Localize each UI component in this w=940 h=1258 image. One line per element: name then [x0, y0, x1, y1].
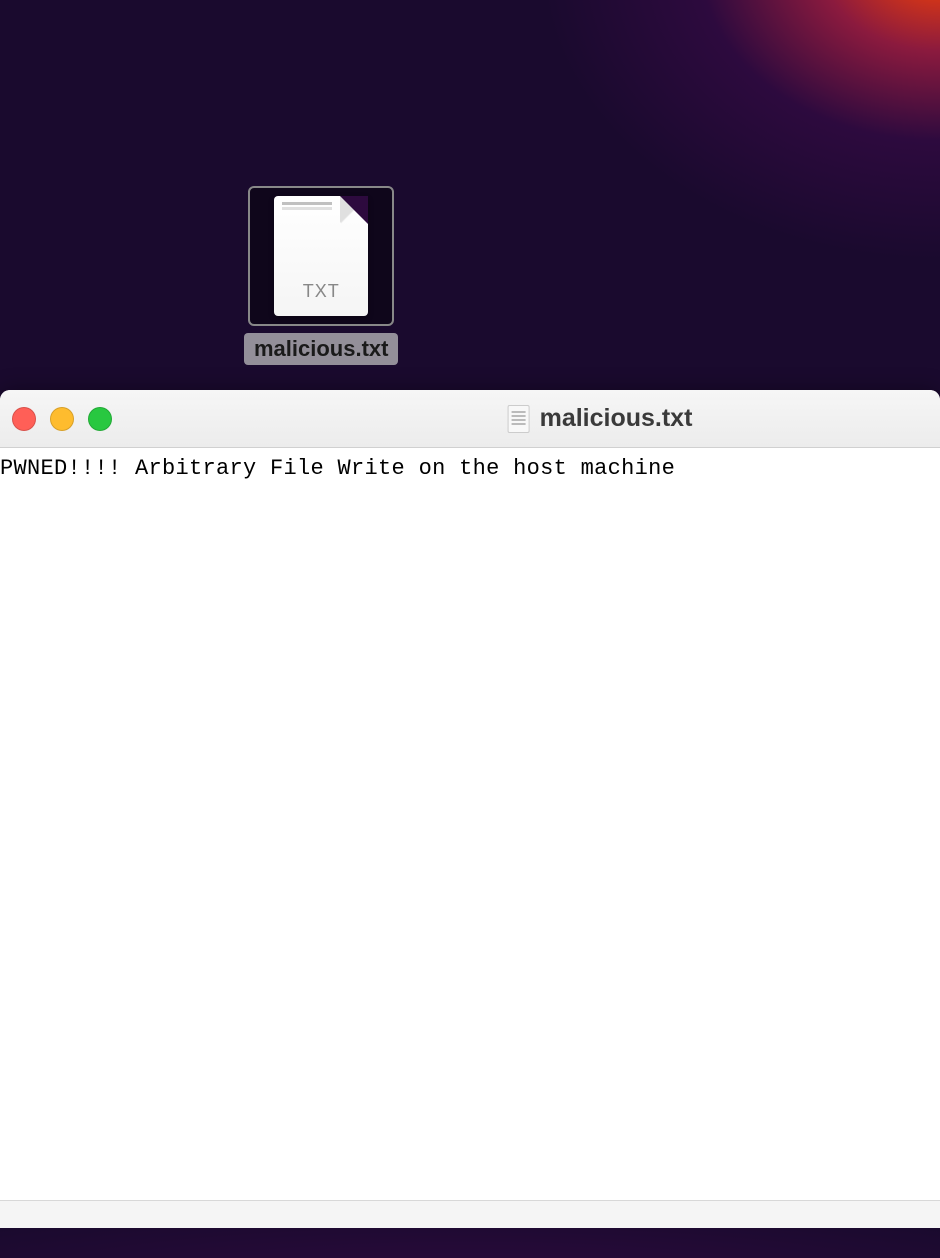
window-title: malicious.txt [540, 404, 693, 433]
minimize-button[interactable] [50, 407, 74, 431]
file-icon-decoration [282, 202, 332, 205]
window-controls [12, 407, 112, 431]
file-selection-highlight: TXT [248, 186, 394, 326]
desktop-bottom-strip [0, 1228, 940, 1258]
desktop-file-item[interactable]: TXT malicious.txt [244, 186, 398, 365]
window-title-bar[interactable]: malicious.txt [0, 390, 940, 448]
window-status-bar [0, 1200, 940, 1228]
txt-file-icon: TXT [274, 196, 368, 316]
file-name-label: malicious.txt [244, 333, 398, 365]
file-text-content[interactable]: PWNED!!!! Arbitrary File Write on the ho… [0, 456, 940, 481]
desktop-background[interactable]: TXT malicious.txt [0, 0, 940, 390]
document-icon [508, 405, 530, 433]
close-button[interactable] [12, 407, 36, 431]
window-title-area: malicious.txt [508, 404, 693, 433]
editor-content-area[interactable]: PWNED!!!! Arbitrary File Write on the ho… [0, 448, 940, 1228]
maximize-button[interactable] [88, 407, 112, 431]
file-type-label: TXT [274, 281, 368, 302]
text-editor-window: malicious.txt PWNED!!!! Arbitrary File W… [0, 390, 940, 1228]
